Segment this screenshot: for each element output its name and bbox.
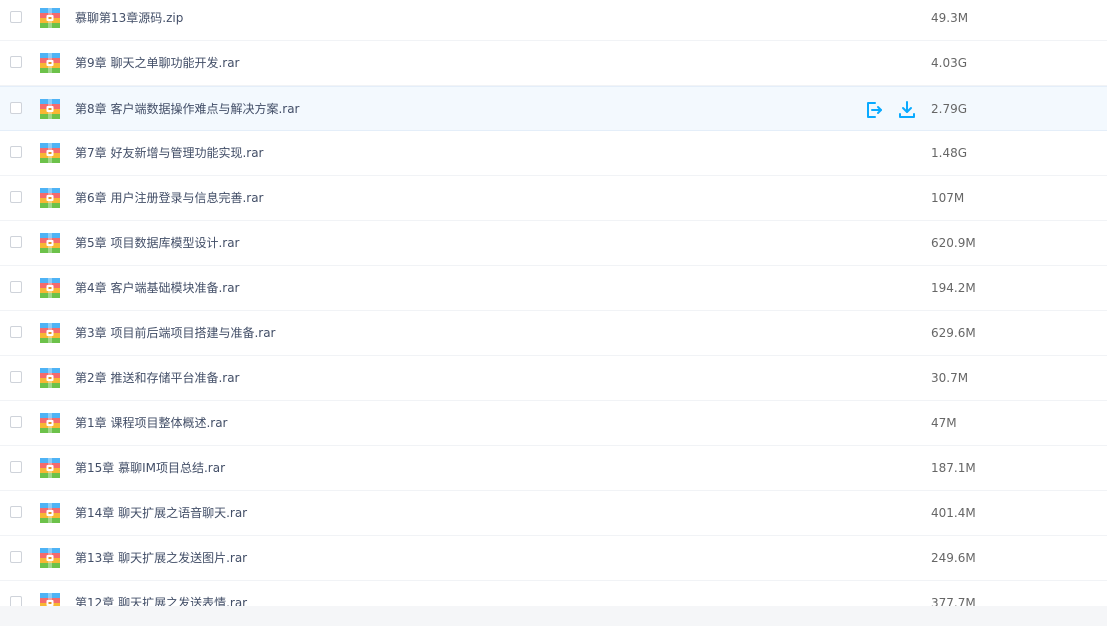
bottom-bar [0,606,1107,626]
file-name[interactable]: 第5章 项目数据库模型设计.rar [75,221,240,266]
file-size: 4.03G [931,56,968,70]
file-name[interactable]: 第14章 聊天扩展之语音聊天.rar [75,491,247,536]
row-checkbox[interactable] [10,236,22,248]
file-size: 47M [931,416,957,430]
file-name[interactable]: 第9章 聊天之单聊功能开发.rar [75,41,240,86]
row-checkbox[interactable] [10,11,22,23]
file-row[interactable]: 第5章 项目数据库模型设计.rar 620.9M [0,221,1107,266]
file-row[interactable]: 第14章 聊天扩展之语音聊天.rar 401.4M [0,491,1107,536]
archive-file-icon [40,323,60,343]
file-size: 620.9M [931,236,976,250]
file-name[interactable]: 第15章 慕聊IM项目总结.rar [75,446,225,491]
file-size: 377.7M [931,596,976,606]
file-name[interactable]: 慕聊第13章源码.zip [75,0,183,41]
row-checkbox[interactable] [10,326,22,338]
row-checkbox[interactable] [10,596,22,606]
file-list: 慕聊第13章源码.zip 49.3M 第9章 聊天之单聊功能开发.rar 4.0… [0,0,1107,606]
file-row[interactable]: 第2章 推送和存储平台准备.rar 30.7M [0,356,1107,401]
archive-file-icon [40,99,60,119]
file-size: 2.79G [931,102,968,116]
file-size: 629.6M [931,326,976,340]
archive-file-icon [40,188,60,208]
share-icon[interactable] [865,101,883,119]
archive-file-icon [40,143,60,163]
archive-file-icon [40,53,60,73]
row-checkbox[interactable] [10,56,22,68]
row-checkbox[interactable] [10,146,22,158]
file-row[interactable]: 第4章 客户端基础模块准备.rar 194.2M [0,266,1107,311]
archive-file-icon [40,278,60,298]
file-row[interactable]: 第9章 聊天之单聊功能开发.rar 4.03G [0,41,1107,86]
file-name[interactable]: 第7章 好友新增与管理功能实现.rar [75,131,264,176]
file-row[interactable]: 第12章 聊天扩展之发送表情.rar 377.7M [0,581,1107,606]
row-checkbox[interactable] [10,371,22,383]
file-row[interactable]: 第7章 好友新增与管理功能实现.rar 1.48G [0,131,1107,176]
file-size: 30.7M [931,371,969,385]
row-checkbox[interactable] [10,102,22,114]
file-size: 49.3M [931,11,969,25]
file-name[interactable]: 第8章 客户端数据操作难点与解决方案.rar [75,87,300,132]
file-name[interactable]: 第6章 用户注册登录与信息完善.rar [75,176,264,221]
file-row[interactable]: 第13章 聊天扩展之发送图片.rar 249.6M [0,536,1107,581]
archive-file-icon [40,503,60,523]
archive-file-icon [40,233,60,253]
file-name[interactable]: 第4章 客户端基础模块准备.rar [75,266,240,311]
archive-file-icon [40,548,60,568]
archive-file-icon [40,593,60,606]
file-row[interactable]: 第15章 慕聊IM项目总结.rar 187.1M [0,446,1107,491]
file-size: 107M [931,191,965,205]
archive-file-icon [40,458,60,478]
file-row[interactable]: 第6章 用户注册登录与信息完善.rar 107M [0,176,1107,221]
file-row[interactable]: 第1章 课程项目整体概述.rar 47M [0,401,1107,446]
row-checkbox[interactable] [10,506,22,518]
file-size: 401.4M [931,506,976,520]
file-size: 249.6M [931,551,976,565]
file-name[interactable]: 第13章 聊天扩展之发送图片.rar [75,536,247,581]
row-checkbox[interactable] [10,191,22,203]
archive-file-icon [40,368,60,388]
file-row[interactable]: 第3章 项目前后端项目搭建与准备.rar 629.6M [0,311,1107,356]
file-row[interactable]: 慕聊第13章源码.zip 49.3M [0,0,1107,41]
archive-file-icon [40,8,60,28]
row-checkbox[interactable] [10,281,22,293]
file-row[interactable]: 第8章 客户端数据操作难点与解决方案.rar 2.79G [0,86,1107,131]
row-checkbox[interactable] [10,461,22,473]
file-size: 1.48G [931,146,968,160]
row-checkbox[interactable] [10,416,22,428]
file-name[interactable]: 第1章 课程项目整体概述.rar [75,401,228,446]
file-name[interactable]: 第2章 推送和存储平台准备.rar [75,356,240,401]
archive-file-icon [40,413,60,433]
file-name[interactable]: 第12章 聊天扩展之发送表情.rar [75,581,247,606]
download-icon[interactable] [898,101,916,119]
file-size: 194.2M [931,281,976,295]
file-name[interactable]: 第3章 项目前后端项目搭建与准备.rar [75,311,276,356]
file-size: 187.1M [931,461,976,475]
row-checkbox[interactable] [10,551,22,563]
